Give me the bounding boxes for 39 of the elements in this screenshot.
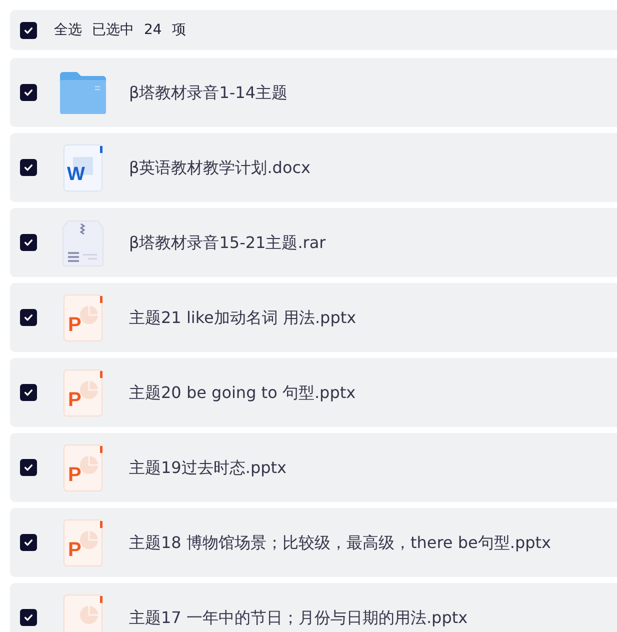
file-name: 主题17 一年中的节日；月份与日期的用法.pptx <box>129 606 468 628</box>
checkbox[interactable] <box>20 459 37 476</box>
checkbox[interactable] <box>20 234 37 251</box>
file-name: β塔教材录音15-21主题.rar <box>129 232 326 254</box>
file-row[interactable]: 主题17 一年中的节日；月份与日期的用法.pptx <box>10 583 617 632</box>
file-name: 主题18 博物馆场景；比较级，最高级，there be句型.pptx <box>129 532 551 554</box>
checkmark-icon <box>23 537 34 548</box>
checkmark-icon <box>23 87 34 98</box>
checkbox[interactable] <box>20 84 37 101</box>
file-name: β塔教材录音1-14主题 <box>129 82 288 104</box>
checkmark-icon <box>23 312 34 323</box>
file-row[interactable]: P 主题20 be going to 句型.pptx <box>10 358 617 427</box>
file-row[interactable]: P 主题21 like加动名词 用法.pptx <box>10 283 617 352</box>
selected-label: 已选中 <box>92 20 134 40</box>
file-row[interactable]: P 主题18 博物馆场景；比较级，最高级，there be句型.pptx <box>10 508 617 577</box>
folder-icon <box>59 70 107 114</box>
selected-count: 24 <box>144 20 162 40</box>
checkbox[interactable] <box>20 384 37 401</box>
checkmark-icon <box>23 237 34 248</box>
file-row[interactable]: β塔教材录音15-21主题.rar <box>10 208 617 277</box>
checkmark-icon <box>23 462 34 473</box>
file-name: 主题21 like加动名词 用法.pptx <box>129 306 356 328</box>
file-name: β英语教材教学计划.docx <box>129 156 311 178</box>
checkmark-icon <box>23 612 34 623</box>
file-row[interactable]: W β英语教材教学计划.docx <box>10 133 617 202</box>
file-name: 主题20 be going to 句型.pptx <box>129 382 356 404</box>
checkbox[interactable] <box>20 159 37 176</box>
select-all-label: 全选 <box>54 20 82 40</box>
checkbox[interactable] <box>20 534 37 551</box>
checkbox[interactable] <box>20 609 37 626</box>
file-name: 主题19过去时态.pptx <box>129 456 286 478</box>
checkbox[interactable] <box>20 22 37 38</box>
checkmark-icon <box>23 162 34 173</box>
file-row[interactable]: P 主题19过去时态.pptx <box>10 433 617 502</box>
count-unit: 项 <box>172 20 186 40</box>
checkmark-icon <box>23 24 34 36</box>
checkbox[interactable] <box>20 309 37 326</box>
checkmark-icon <box>23 387 34 398</box>
file-row[interactable]: β塔教材录音1-14主题 <box>10 58 617 127</box>
